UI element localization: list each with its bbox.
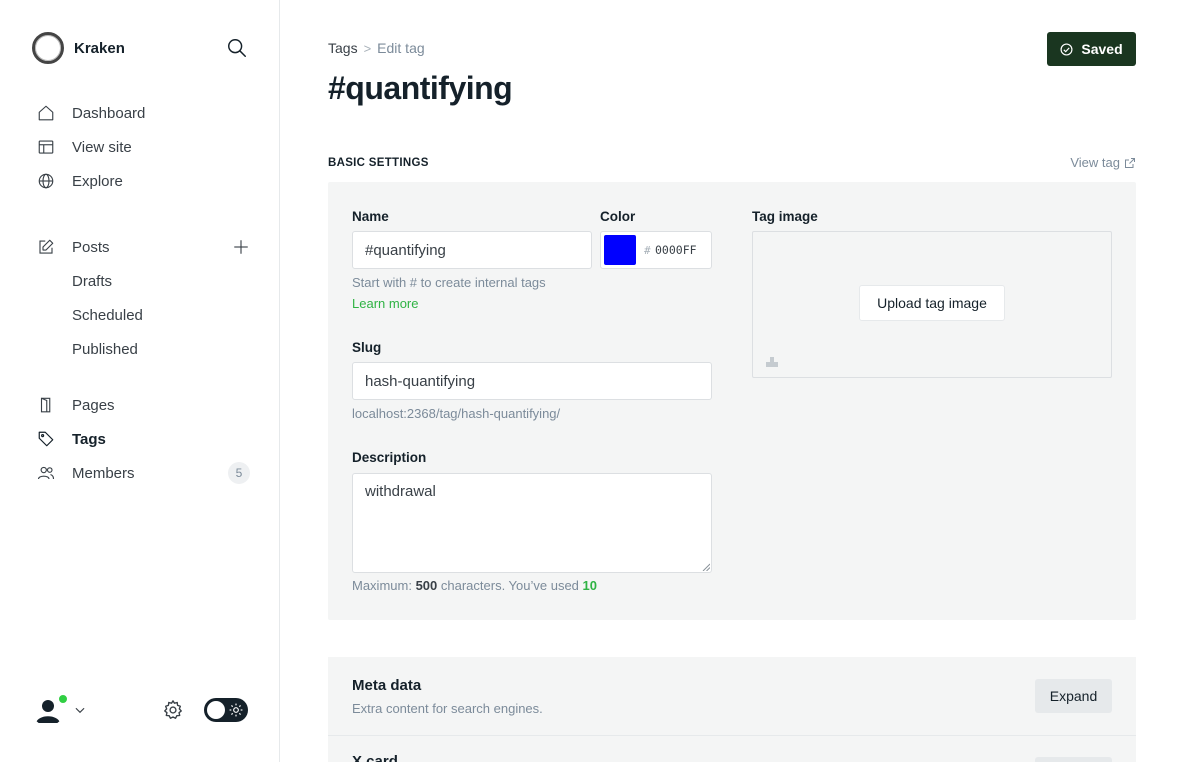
sidebar-item-published[interactable]: Published: [36, 332, 256, 366]
color-label: Color: [600, 209, 636, 224]
brand-logo: [32, 32, 64, 64]
page-title: #quantifying: [328, 70, 513, 106]
sidebar-item-label: Explore: [72, 172, 123, 190]
counter-prefix: Maximum:: [352, 578, 416, 593]
nav-primary: Dashboard View site Explore: [36, 96, 256, 198]
description-counter: Maximum: 500 characters. You’ve used 10: [352, 578, 597, 593]
counter-mid: characters. You’ve used: [437, 578, 583, 593]
tag-icon: [36, 429, 56, 449]
sun-icon: [229, 703, 243, 717]
sidebar-item-label: Scheduled: [72, 306, 143, 324]
slug-url-hint: localhost:2368/tag/hash-quantifying/: [352, 406, 561, 421]
meta-data-expand-button[interactable]: Expand: [1035, 679, 1112, 713]
gear-icon[interactable]: [162, 699, 184, 721]
name-label: Name: [352, 209, 389, 224]
breadcrumb-current: Edit tag: [377, 40, 425, 56]
tag-image-label: Tag image: [752, 209, 818, 224]
sidebar-item-tags[interactable]: Tags: [36, 422, 256, 456]
section-label-basic-settings: BASIC SETTINGS: [328, 157, 429, 169]
hex-hash: #: [644, 244, 651, 257]
dark-mode-toggle[interactable]: [204, 698, 248, 722]
globe-icon: [36, 171, 56, 191]
pages-icon: [36, 395, 56, 415]
sidebar-item-posts[interactable]: Posts: [36, 230, 256, 264]
slug-input[interactable]: hash-quantifying: [352, 362, 712, 400]
meta-data-subtitle: Extra content for search engines.: [352, 701, 543, 716]
divider: [328, 735, 1136, 736]
sidebar-item-drafts[interactable]: Drafts: [36, 264, 256, 298]
sidebar-item-label: View site: [72, 138, 132, 156]
brand[interactable]: Kraken: [32, 32, 125, 64]
meta-data-title: Meta data: [352, 677, 422, 694]
x-card-title: X card: [352, 753, 398, 762]
sidebar-item-label: Published: [72, 340, 138, 358]
description-textarea[interactable]: withdrawal: [352, 473, 712, 573]
sidebar-item-label: Tags: [72, 430, 106, 448]
image-placeholder-icon: [766, 357, 778, 367]
sidebar-item-explore[interactable]: Explore: [36, 164, 256, 198]
sidebar-item-pages[interactable]: Pages: [36, 388, 256, 422]
view-tag-link[interactable]: View tag: [1070, 155, 1136, 170]
brand-name: Kraken: [74, 39, 125, 57]
description-value: withdrawal: [365, 483, 436, 500]
nav-posts: Posts Drafts Scheduled Published: [36, 230, 256, 366]
home-icon: [36, 103, 56, 123]
sidebar-item-label: Drafts: [72, 272, 113, 290]
name-input[interactable]: #quantifying: [352, 231, 592, 269]
edit-icon: [36, 237, 56, 257]
breadcrumb-tags-link[interactable]: Tags: [328, 40, 358, 56]
online-status-dot: [58, 694, 68, 704]
upload-tag-image-button[interactable]: Upload tag image: [859, 285, 1005, 321]
name-hint: Start with # to create internal tags: [352, 275, 546, 290]
breadcrumb-separator: >: [363, 40, 372, 56]
chevron-down-icon[interactable]: [73, 703, 87, 717]
slug-label: Slug: [352, 340, 382, 355]
saved-label: Saved: [1081, 41, 1123, 57]
meta-data-card: Meta data Extra content for search engin…: [328, 657, 1136, 762]
nav-secondary: Pages Tags Members 5: [36, 388, 256, 490]
view-tag-label: View tag: [1070, 155, 1120, 170]
check-circle-icon: [1060, 42, 1073, 56]
members-icon: [36, 463, 56, 483]
basic-settings-card: Name #quantifying Start with # to create…: [328, 182, 1136, 620]
layout-icon: [36, 137, 56, 157]
sidebar-item-scheduled[interactable]: Scheduled: [36, 298, 256, 332]
counter-used: 10: [582, 578, 597, 593]
sidebar: Kraken Dashboard View site Explore Posts…: [0, 0, 280, 762]
color-picker: # 0000FF: [600, 231, 712, 269]
color-swatch[interactable]: [604, 235, 636, 265]
add-post-icon[interactable]: [232, 238, 250, 256]
search-icon[interactable]: [226, 37, 248, 59]
external-link-icon: [1125, 157, 1135, 168]
x-card-expand-button[interactable]: [1035, 757, 1112, 762]
sidebar-item-members[interactable]: Members 5: [36, 456, 256, 490]
saved-button[interactable]: Saved: [1047, 32, 1136, 66]
tag-image-upload-area[interactable]: Upload tag image: [752, 231, 1112, 378]
members-count-badge: 5: [228, 462, 250, 484]
counter-max: 500: [415, 578, 438, 593]
sidebar-item-label: Posts: [72, 238, 110, 256]
hex-color-input[interactable]: 0000FF: [655, 243, 697, 257]
resize-grip-icon[interactable]: [702, 563, 710, 571]
description-label: Description: [352, 450, 427, 465]
sidebar-item-label: Dashboard: [72, 104, 146, 122]
sidebar-item-label: Members: [72, 464, 135, 482]
learn-more-link[interactable]: Learn more: [352, 296, 418, 311]
toggle-knob: [207, 701, 225, 719]
sidebar-item-view-site[interactable]: View site: [36, 130, 256, 164]
breadcrumb: Tags > Edit tag: [328, 40, 425, 56]
sidebar-item-dashboard[interactable]: Dashboard: [36, 96, 256, 130]
sidebar-item-label: Pages: [72, 396, 115, 414]
main-content: Tags > Edit tag #quantifying Saved BASIC…: [328, 0, 1136, 762]
